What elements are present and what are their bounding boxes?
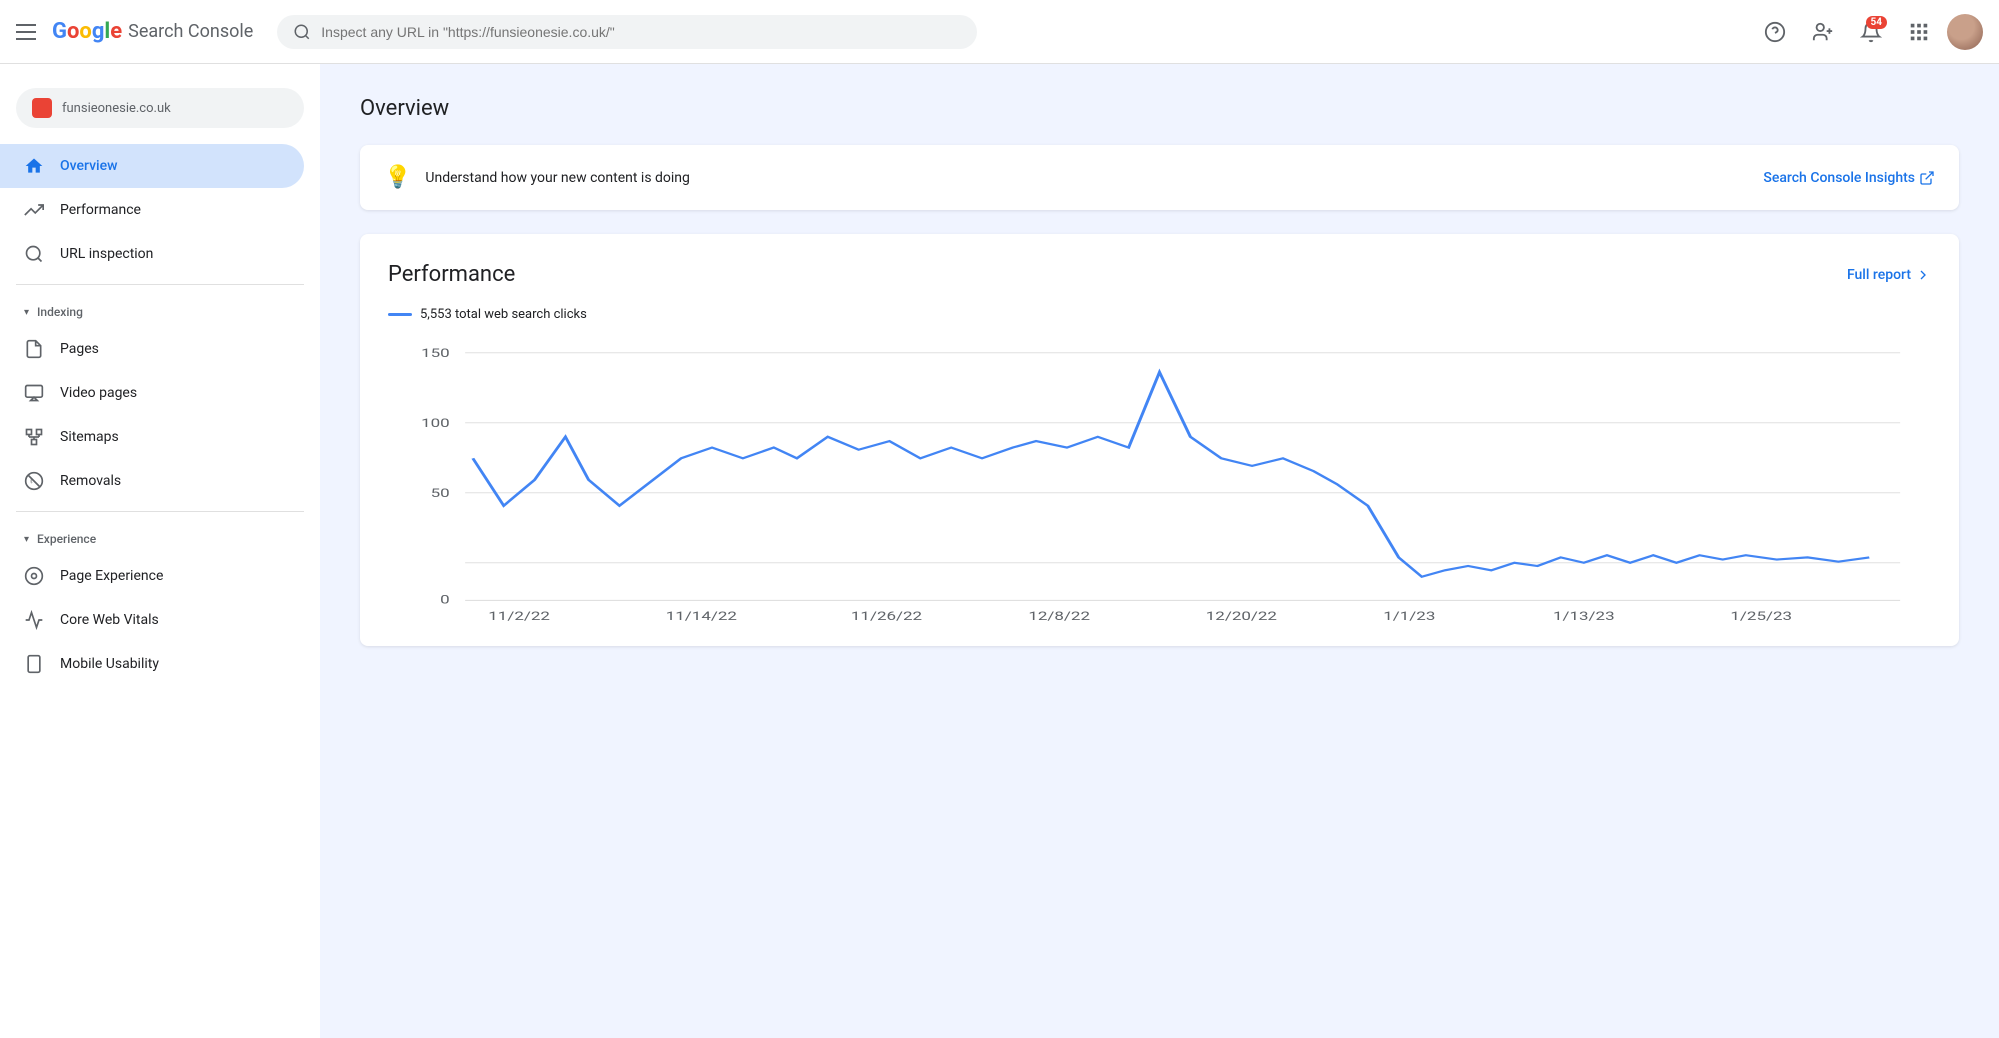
notification-badge: 54 [1866,16,1887,29]
experience-section-header[interactable]: ▾ Experience [0,520,320,554]
user-avatar[interactable] [1947,14,1983,50]
url-search-input[interactable] [321,24,961,40]
indexing-section-header[interactable]: ▾ Indexing [0,293,320,327]
pages-label: Pages [60,341,99,357]
insights-card: 💡 Understand how your new content is doi… [360,145,1959,210]
experience-collapse-arrow: ▾ [24,534,29,545]
sidebar: funsieonesie.co.uk Overview Performance [0,64,320,1038]
legend-label: 5,553 total web search clicks [420,307,587,322]
sidebar-item-performance[interactable]: Performance [0,188,304,232]
vitals-icon [24,610,44,630]
grid-icon [1908,21,1930,43]
property-icon [32,98,52,118]
share-button[interactable] [1803,12,1843,52]
search-console-insights-link[interactable]: Search Console Insights [1763,170,1935,186]
core-web-vitals-label: Core Web Vitals [60,612,159,628]
property-selector[interactable]: funsieonesie.co.uk [16,88,304,128]
main-content: Overview 💡 Understand how your new conte… [320,64,1999,1038]
header-logo: Google Search Console [52,19,253,44]
sidebar-item-url-inspection[interactable]: URL inspection [0,232,304,276]
url-inspection-label: URL inspection [60,246,153,262]
performance-header: Performance Full report [388,262,1931,287]
sidebar-item-video-pages[interactable]: Video pages [0,371,304,415]
url-search-bar[interactable] [277,15,977,49]
svg-text:1/25/23: 1/25/23 [1730,609,1792,622]
avatar-image [1947,14,1983,50]
chart-svg: 150 100 50 0 11/2/22 11/14/22 11/26/22 1… [388,342,1931,622]
performance-label: Performance [60,202,141,218]
person-add-icon [1812,21,1834,43]
mobile-icon [24,654,44,674]
apps-button[interactable] [1899,12,1939,52]
svg-text:1/13/23: 1/13/23 [1553,609,1615,622]
insights-left: 💡 Understand how your new content is doi… [384,165,690,190]
nav-divider-1 [16,284,304,285]
insights-text: Understand how your new content is doing [425,170,689,186]
search-icon [293,23,311,41]
trending-up-icon [24,200,44,220]
page-title: Overview [360,96,1959,121]
help-button[interactable] [1755,12,1795,52]
sidebar-item-sitemaps[interactable]: Sitemaps [0,415,304,459]
svg-text:11/26/22: 11/26/22 [851,609,922,622]
video-pages-label: Video pages [60,385,137,401]
notification-button[interactable]: 54 [1851,12,1891,52]
sidebar-item-page-experience[interactable]: Page Experience [0,554,304,598]
header-actions: 54 [1755,12,1983,52]
svg-text:0: 0 [440,592,450,607]
pages-icon [24,339,44,359]
legend-line [388,313,412,316]
overview-label: Overview [60,158,117,174]
sidebar-item-overview[interactable]: Overview [0,144,304,188]
svg-text:50: 50 [431,486,450,501]
sitemaps-label: Sitemaps [60,429,119,445]
removals-icon [24,471,44,491]
sidebar-item-pages[interactable]: Pages [0,327,304,371]
experience-section-label: Experience [37,532,96,546]
performance-card: Performance Full report 5,553 total web … [360,234,1959,646]
performance-title: Performance [388,262,515,287]
svg-text:12/20/22: 12/20/22 [1206,609,1277,622]
property-name: funsieonesie.co.uk [62,101,288,116]
experience-icon [24,566,44,586]
sidebar-item-mobile-usability[interactable]: Mobile Usability [0,642,304,686]
svg-text:12/8/22: 12/8/22 [1028,609,1090,622]
help-circle-icon [1764,21,1786,43]
bulb-icon: 💡 [384,165,411,190]
full-report-link[interactable]: Full report [1847,267,1931,283]
nav-divider-2 [16,511,304,512]
search-nav-icon [24,244,44,264]
google-g-logo: Google [52,19,122,44]
svg-text:11/2/22: 11/2/22 [488,609,550,622]
header: Google Search Console 54 [0,0,1999,64]
indexing-collapse-arrow: ▾ [24,307,29,318]
external-link-icon [1919,170,1935,186]
page-experience-label: Page Experience [60,568,163,584]
svg-text:100: 100 [421,416,450,431]
performance-line [473,372,1869,577]
property-button[interactable]: funsieonesie.co.uk [16,88,304,128]
removals-label: Removals [60,473,121,489]
chart-legend: 5,553 total web search clicks [388,307,1931,322]
sitemap-icon [24,427,44,447]
video-icon [24,383,44,403]
svg-text:11/14/22: 11/14/22 [666,609,737,622]
performance-chart: 150 100 50 0 11/2/22 11/14/22 11/26/22 1… [388,342,1931,622]
main-layout: funsieonesie.co.uk Overview Performance [0,64,1999,1038]
svg-text:150: 150 [421,346,450,361]
hamburger-menu-button[interactable] [16,24,36,40]
home-icon [24,156,44,176]
mobile-usability-label: Mobile Usability [60,656,159,672]
sidebar-item-removals[interactable]: Removals [0,459,304,503]
chevron-right-icon [1915,267,1931,283]
svg-text:1/1/23: 1/1/23 [1383,609,1435,622]
app-name-label: Search Console [128,21,253,42]
sidebar-item-core-web-vitals[interactable]: Core Web Vitals [0,598,304,642]
indexing-section-label: Indexing [37,305,83,319]
